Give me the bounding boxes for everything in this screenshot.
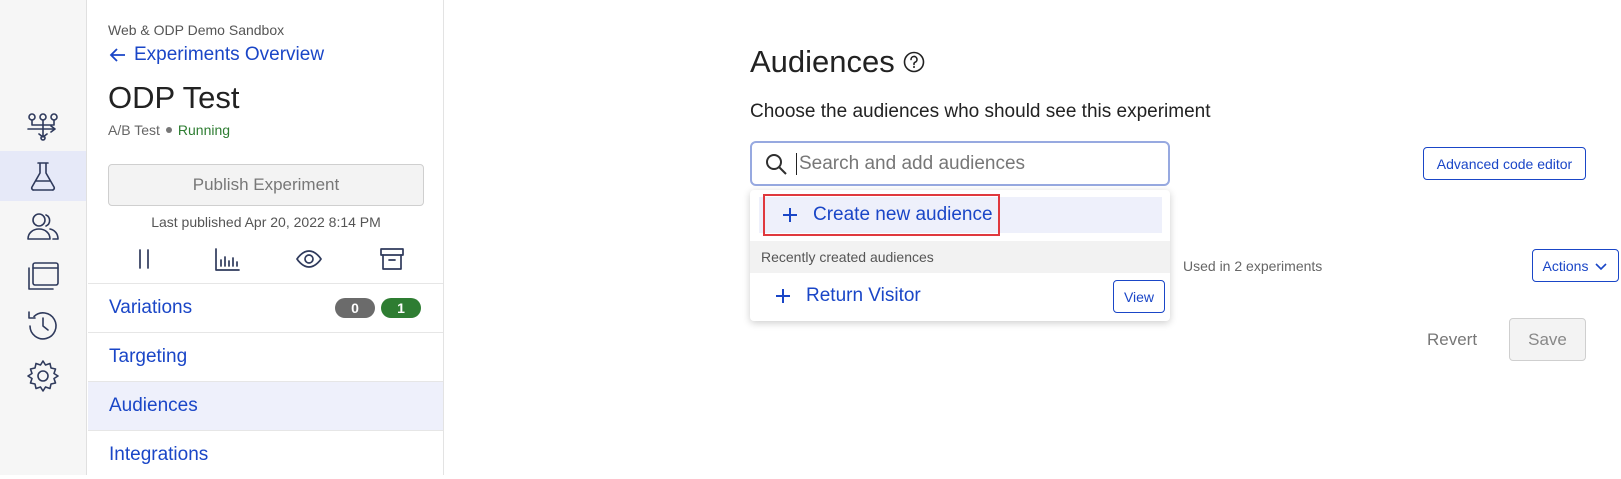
page-title: Audiences <box>750 44 925 80</box>
arrow-left-icon <box>109 48 125 62</box>
nav-audiences-label: Audiences <box>109 395 198 416</box>
chevron-down-icon <box>1595 262 1608 270</box>
rail-settings[interactable] <box>0 351 86 401</box>
actions-button[interactable]: Actions <box>1532 249 1619 282</box>
status-dot <box>165 127 172 133</box>
recent-audience-item[interactable]: Return Visitor View <box>750 273 1170 318</box>
nav-targeting-label: Targeting <box>109 346 188 367</box>
page-subtitle: Choose the audiences who should see this… <box>750 101 1211 122</box>
recent-audiences-heading: Recently created audiences <box>750 241 1170 273</box>
rail-audiences[interactable] <box>0 201 86 251</box>
users-icon <box>27 213 59 240</box>
experiment-status: Running <box>177 122 231 138</box>
nav-integrations[interactable]: Integrations <box>88 430 443 479</box>
audience-dropdown: Create new audience Recently created aud… <box>750 190 1170 321</box>
gear-icon <box>27 360 59 392</box>
nav-targeting[interactable]: Targeting <box>88 332 443 381</box>
help-icon[interactable] <box>903 51 925 73</box>
windows-icon <box>28 262 59 290</box>
create-audience-option[interactable]: Create new audience <box>759 197 1162 233</box>
nav-variations[interactable]: Variations 0 1 <box>88 283 443 332</box>
back-link[interactable]: Experiments Overview <box>108 44 324 66</box>
save-button[interactable]: Save <box>1509 318 1586 361</box>
rail-pages[interactable] <box>0 251 86 301</box>
nav-audiences[interactable]: Audiences <box>88 381 443 430</box>
last-published: Last published Apr 20, 2022 8:14 PM <box>151 214 381 230</box>
nav-variations-label: Variations <box>109 297 193 318</box>
experiment-type: A/B Test <box>108 122 160 138</box>
rail-flow[interactable] <box>0 101 86 151</box>
recent-audience-label: Return Visitor <box>806 284 921 306</box>
experiment-toolbar <box>108 240 424 278</box>
badge-running-count: 1 <box>381 298 421 318</box>
plus-icon <box>776 288 790 303</box>
search-icon <box>766 153 787 175</box>
view-audience-button[interactable]: View <box>1113 280 1165 313</box>
create-audience-label: Create new audience <box>813 204 993 225</box>
eye-icon[interactable] <box>295 245 323 273</box>
pause-icon[interactable] <box>130 245 158 273</box>
project-name: Web & ODP Demo Sandbox <box>108 22 285 38</box>
flow-icon <box>27 113 58 141</box>
badge-paused-count: 0 <box>335 298 375 318</box>
flask-icon <box>30 162 56 191</box>
audience-search[interactable] <box>750 141 1170 186</box>
publish-button[interactable]: Publish Experiment <box>108 164 424 206</box>
experiment-meta: A/B Test Running <box>108 122 230 138</box>
experiment-sidebar: Web & ODP Demo Sandbox Experiments Overv… <box>88 0 444 475</box>
history-icon <box>28 311 57 340</box>
advanced-code-editor-button[interactable]: Advanced code editor <box>1423 147 1586 180</box>
rail-experiments[interactable] <box>0 151 86 201</box>
variation-badges: 0 1 <box>335 298 421 318</box>
nav-integrations-label: Integrations <box>109 444 209 465</box>
audience-search-input[interactable] <box>796 152 1156 175</box>
experiment-title: ODP Test <box>108 80 240 115</box>
icon-rail <box>0 0 87 475</box>
bar-chart-icon[interactable] <box>213 245 241 273</box>
plus-icon <box>783 208 797 222</box>
actions-label: Actions <box>1542 257 1589 274</box>
page-title-text: Audiences <box>750 44 895 79</box>
audience-usage: Used in 2 experiments <box>1183 258 1323 274</box>
archive-icon[interactable] <box>378 245 406 273</box>
rail-history[interactable] <box>0 301 86 351</box>
revert-button[interactable]: Revert <box>1427 330 1477 350</box>
back-link-label: Experiments Overview <box>134 44 325 65</box>
